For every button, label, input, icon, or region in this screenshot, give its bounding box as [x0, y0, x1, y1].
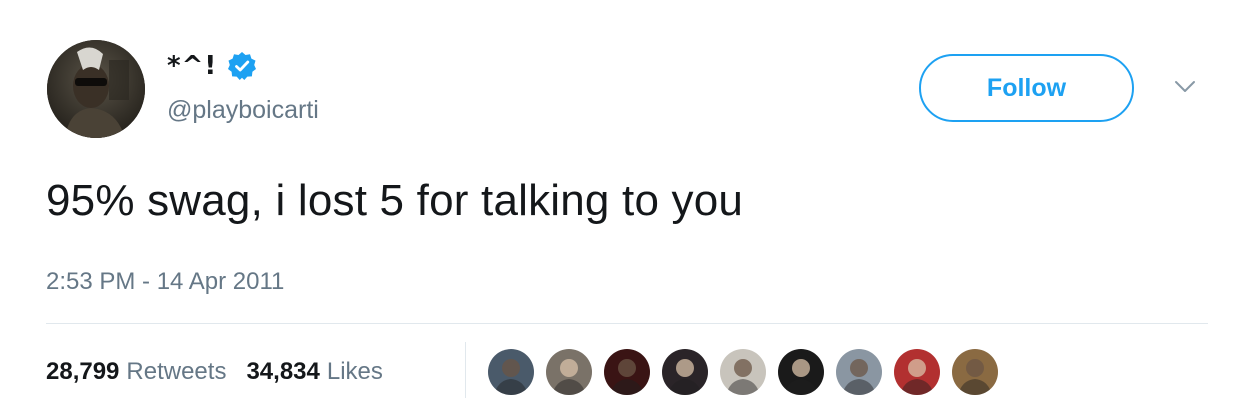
likes-count: 34,834 [246, 358, 320, 385]
likes-stat[interactable]: 34,834 Likes [246, 358, 382, 386]
retweets-count: 28,799 [46, 358, 120, 385]
liker-avatar-1-icon[interactable] [486, 347, 536, 397]
user-avatar[interactable] [47, 40, 145, 138]
tweet-stats: 28,799 Retweets 34,834 Likes [46, 358, 383, 386]
follow-button[interactable]: Follow [919, 54, 1134, 122]
divider [46, 323, 1208, 324]
liker-avatar-4-icon[interactable] [660, 347, 710, 397]
display-name[interactable]: *^! [167, 51, 217, 81]
verified-badge-icon [227, 51, 257, 81]
tweet-text: 95% swag, i lost 5 for talking to you [46, 176, 744, 225]
liker-avatar-9-icon[interactable] [950, 347, 1000, 397]
retweets-label: Retweets [126, 358, 227, 385]
liker-avatar-8-icon[interactable] [892, 347, 942, 397]
liker-avatar-2-icon[interactable] [544, 347, 594, 397]
liker-avatar-5-icon[interactable] [718, 347, 768, 397]
avatar-photo-icon [47, 40, 145, 138]
liker-avatar-6-icon[interactable] [776, 347, 826, 397]
tweet-timestamp[interactable]: 2:53 PM - 14 Apr 2011 [46, 268, 284, 296]
liker-avatar-3-icon[interactable] [602, 347, 652, 397]
stats-separator [465, 342, 466, 398]
retweets-stat[interactable]: 28,799 Retweets [46, 358, 226, 386]
user-handle[interactable]: @playboicarti [167, 96, 319, 125]
chevron-down-icon[interactable] [1174, 80, 1196, 94]
display-name-row: *^! [167, 46, 257, 86]
likes-label: Likes [326, 358, 383, 385]
tweet-card: *^! @playboicarti Follow 95% swag, i los… [0, 0, 1237, 412]
liker-avatar-7-icon[interactable] [834, 347, 884, 397]
liker-avatars [486, 347, 1008, 397]
